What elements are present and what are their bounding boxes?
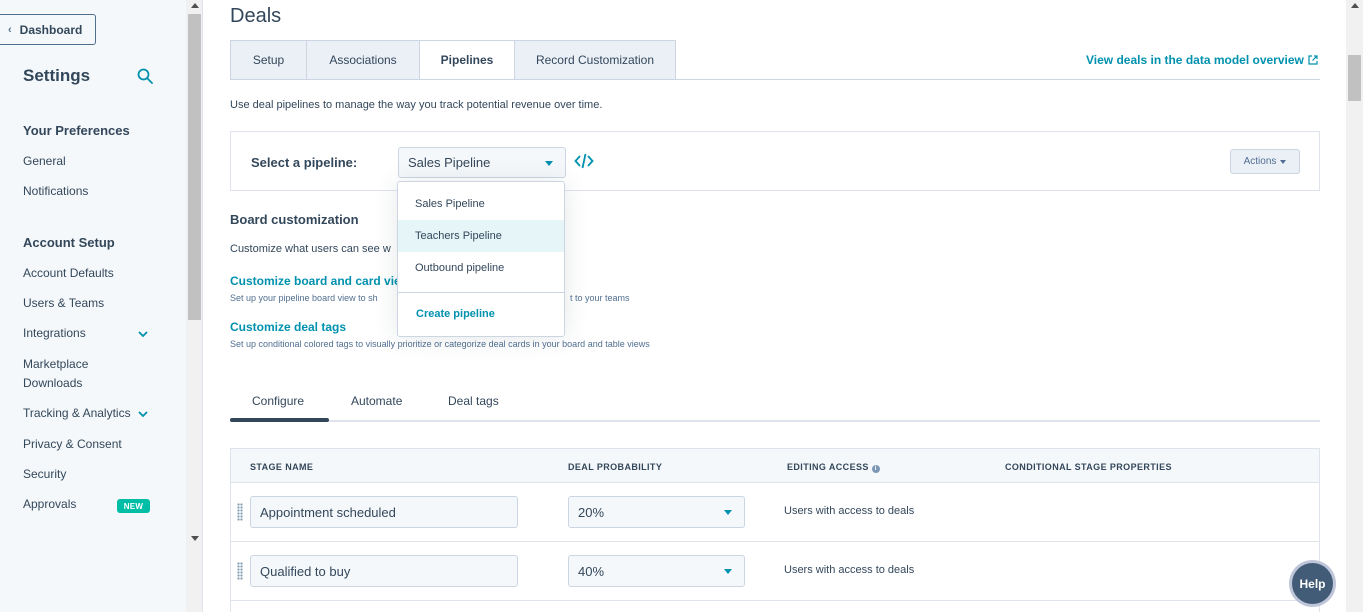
caret-down-icon	[1280, 159, 1287, 164]
main-content: Deals Setup Associations Pipelines Recor…	[204, 0, 1346, 612]
external-link-icon	[1308, 55, 1318, 65]
sidebar-scrollbar[interactable]	[186, 0, 203, 612]
page-title: Deals	[230, 5, 282, 27]
column-editing-access-label: EDITING ACCESS	[787, 462, 869, 472]
data-model-link-label: View deals in the data model overview	[1086, 53, 1304, 67]
active-subtab-indicator	[230, 418, 329, 422]
pipeline-select[interactable]: Sales Pipeline	[398, 147, 566, 178]
caret-down-icon	[724, 510, 732, 515]
stage-name-input[interactable]: Appointment scheduled	[250, 496, 518, 528]
new-badge: NEW	[117, 499, 150, 513]
object-tabs: Setup Associations Pipelines Record Cust…	[230, 40, 676, 80]
board-customization-description: Customize what users can see w	[230, 243, 391, 255]
customize-board-link[interactable]: Customize board and card vie	[230, 274, 401, 288]
drag-handle-icon[interactable]	[237, 562, 243, 580]
sidebar-item-notifications[interactable]: Notifications	[23, 182, 88, 201]
caret-down-icon	[545, 161, 553, 166]
sidebar-item-users-teams[interactable]: Users & Teams	[23, 294, 104, 313]
board-customization-title: Board customization	[230, 212, 359, 227]
sidebar-item-marketplace-downloads[interactable]: Marketplace Downloads	[23, 355, 88, 393]
settings-sidebar: ‹ Dashboard Settings Your Preferences Ge…	[0, 0, 186, 612]
editing-access-text: Users with access to deals	[784, 505, 915, 517]
column-stage-name: STAGE NAME	[250, 462, 314, 472]
tab-record-customization[interactable]: Record Customization	[514, 40, 676, 80]
create-pipeline-link[interactable]: Create pipeline	[416, 308, 495, 320]
sidebar-item-account-defaults[interactable]: Account Defaults	[23, 264, 114, 283]
deal-probability-select[interactable]: 40%	[568, 555, 745, 587]
scroll-up-icon[interactable]	[1351, 3, 1359, 8]
pipeline-dropdown-menu: Sales Pipeline Teachers Pipeline Outboun…	[397, 181, 565, 337]
sidebar-item-general[interactable]: General	[23, 152, 66, 171]
chevron-down-icon[interactable]	[137, 408, 149, 420]
dropdown-option-teachers-pipeline[interactable]: Teachers Pipeline	[398, 220, 564, 252]
pipeline-selector-box: Select a pipeline: Sales Pipeline Action…	[230, 131, 1320, 191]
scroll-up-icon[interactable]	[191, 3, 199, 8]
column-deal-probability: DEAL PROBABILITY	[568, 462, 663, 472]
column-conditional-stage-properties: CONDITIONAL STAGE PROPERTIES	[1005, 462, 1172, 472]
dropdown-option-sales-pipeline[interactable]: Sales Pipeline	[398, 188, 564, 220]
settings-title: Settings	[23, 66, 91, 85]
page-scrollbar[interactable]	[1346, 0, 1363, 612]
section-your-preferences: Your Preferences	[23, 123, 130, 138]
dropdown-divider	[398, 292, 564, 293]
caret-down-icon	[724, 569, 732, 574]
actions-label: Actions	[1243, 156, 1277, 167]
page-scroll-thumb[interactable]	[1348, 55, 1361, 101]
stages-table: STAGE NAME DEAL PROBABILITY EDITING ACCE…	[230, 448, 1320, 612]
dashboard-label: Dashboard	[19, 22, 83, 37]
deal-probability-value: 40%	[578, 563, 605, 579]
pipeline-subtabs: Configure Automate Deal tags	[230, 390, 1320, 422]
chevron-left-icon: ‹	[8, 23, 12, 36]
chevron-down-icon[interactable]	[137, 328, 149, 340]
column-editing-access: EDITING ACCESS i	[787, 462, 880, 473]
subtab-deal-tags[interactable]: Deal tags	[448, 394, 499, 408]
info-icon[interactable]: i	[871, 465, 880, 473]
tab-setup[interactable]: Setup	[230, 40, 307, 80]
customize-deal-tags-link[interactable]: Customize deal tags	[230, 320, 346, 334]
sidebar-item-tracking-analytics[interactable]: Tracking & Analytics	[23, 404, 131, 423]
dashboard-back-button[interactable]: ‹ Dashboard	[0, 14, 96, 45]
section-account-setup: Account Setup	[23, 235, 115, 250]
search-icon[interactable]	[137, 68, 153, 84]
data-model-link[interactable]: View deals in the data model overview	[1086, 53, 1318, 67]
tab-associations[interactable]: Associations	[306, 40, 420, 80]
subtab-automate[interactable]: Automate	[351, 394, 402, 408]
tab-pipelines[interactable]: Pipelines	[419, 40, 515, 80]
deal-tags-description: Set up conditional colored tags to visua…	[230, 339, 650, 349]
table-row: Qualified to buy 40% Users with access t…	[231, 542, 1319, 601]
pipelines-description: Use deal pipelines to manage the way you…	[230, 99, 603, 111]
select-pipeline-label: Select a pipeline:	[251, 155, 358, 170]
scroll-down-icon[interactable]	[191, 536, 199, 541]
sidebar-item-privacy-consent[interactable]: Privacy & Consent	[23, 435, 122, 454]
editing-access-text: Users with access to deals	[784, 564, 915, 576]
sidebar-scroll-thumb[interactable]	[188, 14, 201, 320]
subtab-configure[interactable]: Configure	[252, 394, 304, 408]
sidebar-item-approvals[interactable]: Approvals	[23, 495, 76, 514]
deal-probability-select[interactable]: 20%	[568, 496, 745, 528]
pipeline-select-value: Sales Pipeline	[408, 155, 491, 170]
actions-button[interactable]: Actions	[1230, 149, 1300, 174]
drag-handle-icon[interactable]	[237, 503, 243, 521]
stage-name-input[interactable]: Qualified to buy	[250, 555, 518, 587]
sidebar-item-integrations[interactable]: Integrations	[23, 324, 86, 343]
help-button[interactable]: Help	[1292, 563, 1333, 604]
table-header: STAGE NAME DEAL PROBABILITY EDITING ACCE…	[231, 449, 1319, 483]
customize-board-description: Set up your pipeline board view to sh	[230, 293, 378, 303]
sidebar-item-security[interactable]: Security	[23, 465, 66, 484]
customize-board-description-tail: t to your teams	[570, 293, 630, 303]
table-row: Appointment scheduled 20% Users with acc…	[231, 483, 1319, 542]
code-embed-icon[interactable]	[574, 152, 594, 170]
deal-probability-value: 20%	[578, 504, 605, 520]
dropdown-option-outbound-pipeline[interactable]: Outbound pipeline	[398, 252, 564, 284]
tabs-divider	[230, 79, 1320, 80]
